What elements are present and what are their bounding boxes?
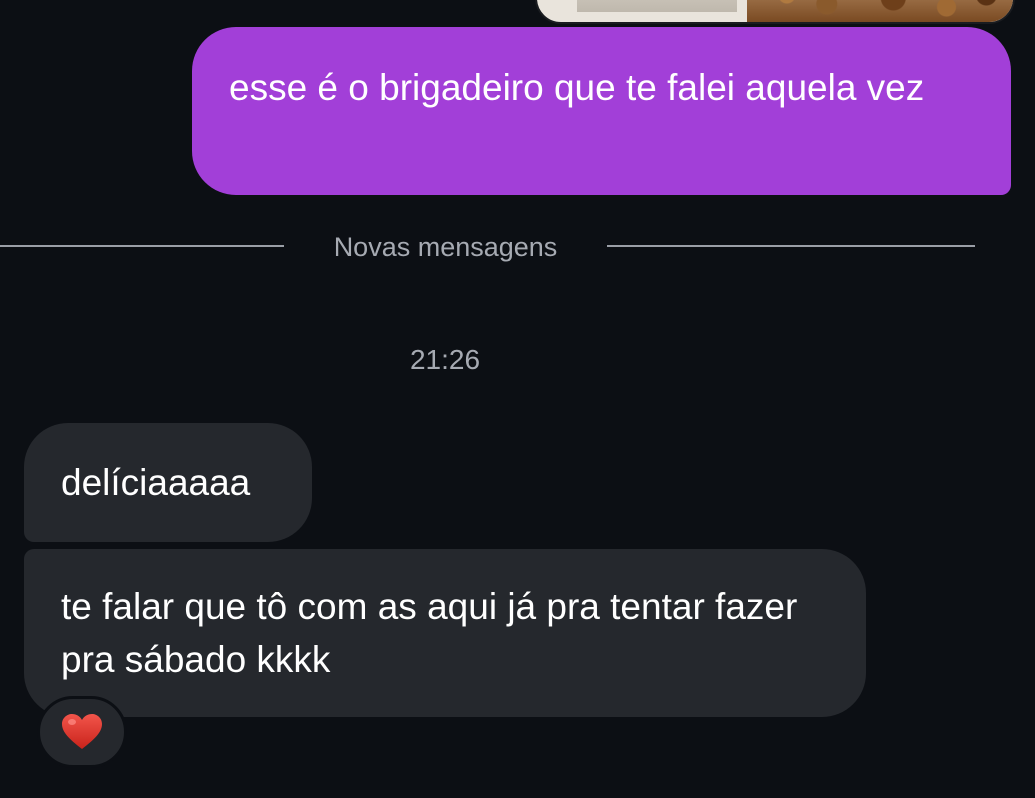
chat-screen: esse é o brigadeiro que te falei aquela … [0, 0, 1035, 798]
image-food [747, 0, 1013, 22]
outgoing-message-text: esse é o brigadeiro que te falei aquela … [229, 67, 925, 108]
message-timestamp: 21:26 [409, 344, 481, 375]
image-plate [577, 0, 737, 12]
new-messages-label: Novas mensagens [333, 232, 558, 262]
red-heart-icon [62, 714, 102, 749]
incoming-message-text: te falar que tô com as aqui já pra tenta… [61, 586, 798, 680]
divider-line-left [0, 245, 284, 247]
outgoing-message-bubble[interactable]: esse é o brigadeiro que te falei aquela … [192, 27, 1011, 195]
image-message[interactable] [535, 0, 1015, 24]
incoming-message-text: delíciaaaaa [61, 462, 251, 503]
new-messages-divider: Novas mensagens [0, 226, 975, 270]
reaction-badge[interactable] [37, 696, 127, 768]
divider-line-right [607, 245, 975, 247]
incoming-message-bubble[interactable]: te falar que tô com as aqui já pra tenta… [24, 549, 866, 717]
incoming-message-bubble[interactable]: delíciaaaaa [24, 423, 312, 542]
